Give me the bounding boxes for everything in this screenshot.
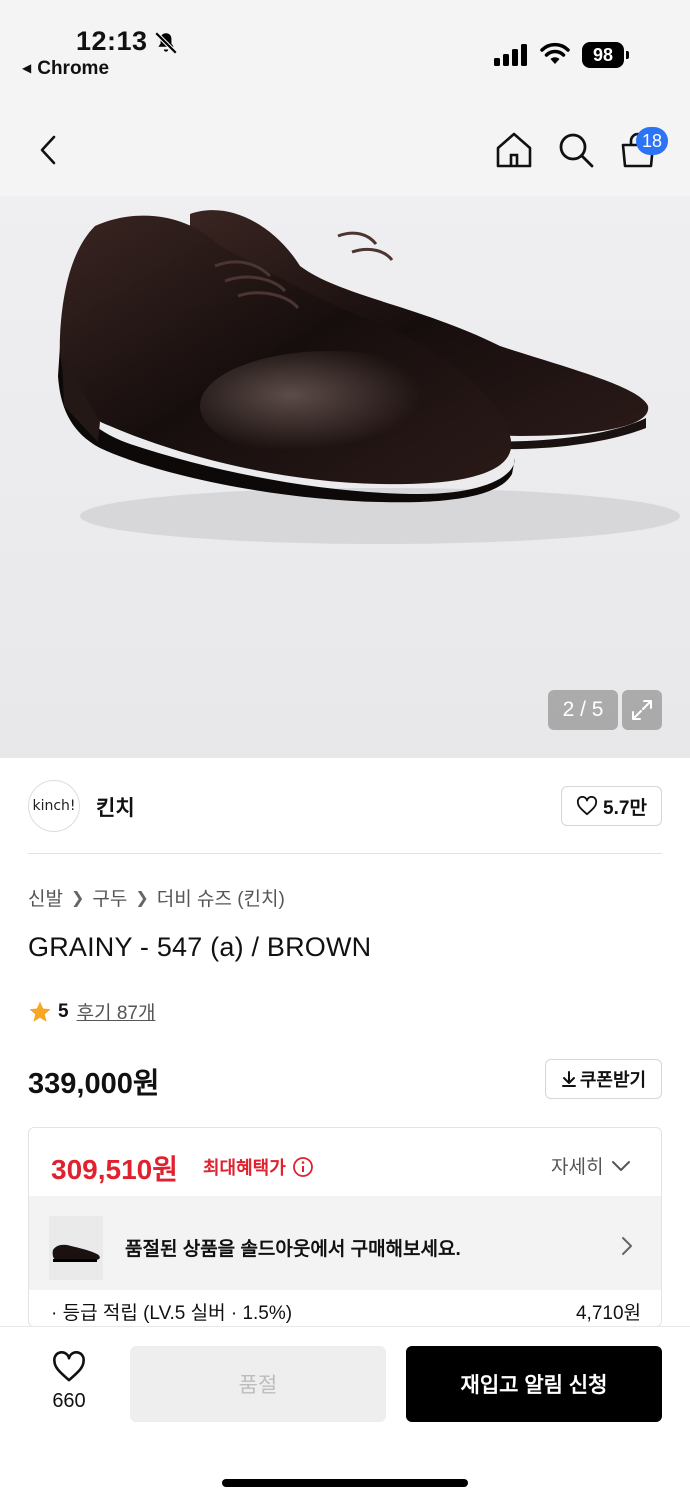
points-value: 4,710원 (575, 1303, 641, 1324)
max-benefit-label-text: 최대혜택가 (203, 1158, 286, 1178)
coupon-download-button[interactable]: 쿠폰받기 (545, 1059, 662, 1099)
battery-indicator: 98 (582, 42, 630, 68)
back-app-label: Chrome (37, 58, 110, 79)
bell-muted-icon (154, 31, 178, 55)
max-benefit-label[interactable]: 최대혜택가 (203, 1154, 314, 1180)
breadcrumb: 신발 ❯ 구두 ❯ 더비 슈즈 (킨치) (28, 884, 285, 911)
detail-label: 자세히 (551, 1157, 604, 1178)
cellular-signal-icon (494, 44, 527, 66)
breadcrumb-item[interactable]: 더비 슈즈 (킨치) (157, 884, 285, 911)
back-triangle-icon: ◀ (22, 61, 32, 75)
home-button[interactable] (494, 130, 534, 170)
reviews-link[interactable]: 후기 87개 (77, 998, 156, 1025)
chevron-right-icon (622, 1237, 632, 1255)
image-page-indicator: 2 / 5 (548, 690, 618, 730)
chevron-right-icon: ❯ (135, 889, 149, 907)
status-bar: 12:13 ◀ Chrome 98 (0, 0, 690, 100)
brand-name[interactable]: 킨치 (96, 792, 135, 822)
shoe-thumbnail-image (52, 1244, 100, 1262)
chevron-down-icon (612, 1160, 631, 1171)
brand-like-count: 5.7만 (603, 797, 647, 819)
soldout-button: 품절 (130, 1346, 386, 1422)
soldout-thumbnail (49, 1216, 103, 1280)
wishlist-count: 660 (52, 1390, 86, 1412)
bottom-action-bar: 660 품절 재입고 알림 신청 (0, 1326, 690, 1500)
brand-row[interactable]: kinch! 킨치 5.7만 (28, 778, 662, 854)
top-nav-bar (0, 100, 690, 196)
home-indicator (222, 1479, 468, 1487)
points-label: · 등급 적립 (LV.5 실버 · 1.5%) (51, 1303, 293, 1324)
coupon-label: 쿠폰받기 (579, 1070, 647, 1090)
search-button[interactable] (556, 130, 596, 170)
soldout-banner[interactable]: 품절된 상품을 솔드아웃에서 구매해보세요. (29, 1196, 661, 1290)
chevron-left-icon (40, 135, 56, 165)
back-to-app-link[interactable]: ◀ Chrome (22, 58, 109, 80)
home-icon (496, 132, 532, 168)
expand-icon (632, 700, 652, 720)
search-icon (559, 133, 594, 168)
star-icon (29, 1001, 51, 1022)
product-price: 339,000원 (28, 1068, 160, 1100)
status-time: 12:13 (76, 26, 148, 56)
benefit-box: 309,510원 최대혜택가 자세히 품절된 상품을 솔드아웃에서 구매해보세요… (28, 1127, 662, 1327)
rating-summary: 5 후기 87개 (28, 998, 155, 1025)
restock-alert-button[interactable]: 재입고 알림 신청 (406, 1346, 662, 1422)
brand-logo[interactable]: kinch! (28, 780, 80, 832)
breadcrumb-item[interactable]: 구두 (92, 884, 127, 911)
product-image-carousel[interactable] (0, 196, 690, 758)
points-row: · 등급 적립 (LV.5 실버 · 1.5%) 4,710원 (51, 1298, 641, 1325)
wifi-icon (540, 42, 570, 64)
download-icon (561, 1071, 576, 1087)
wishlist-button[interactable]: 660 (40, 1351, 98, 1413)
soldout-banner-text: 품절된 상품을 솔드아웃에서 구매해보세요. (125, 1239, 461, 1260)
rating-score: 5 (58, 1000, 69, 1022)
expand-image-button[interactable] (622, 690, 662, 730)
back-button[interactable] (28, 130, 68, 170)
benefit-detail-toggle[interactable]: 자세히 (551, 1152, 631, 1179)
heart-icon (53, 1351, 85, 1382)
breadcrumb-item[interactable]: 신발 (28, 884, 63, 911)
product-shoe-image (58, 210, 680, 544)
product-title: GRAINY - 547 (a) / BROWN (28, 932, 372, 962)
max-benefit-price: 309,510원 (51, 1154, 178, 1185)
battery-level: 98 (582, 42, 624, 68)
info-icon[interactable] (292, 1156, 314, 1178)
cart-count-badge: 18 (636, 127, 668, 155)
chevron-right-icon: ❯ (70, 889, 85, 907)
heart-icon (577, 796, 598, 816)
brand-like-button[interactable]: 5.7만 (561, 786, 662, 826)
